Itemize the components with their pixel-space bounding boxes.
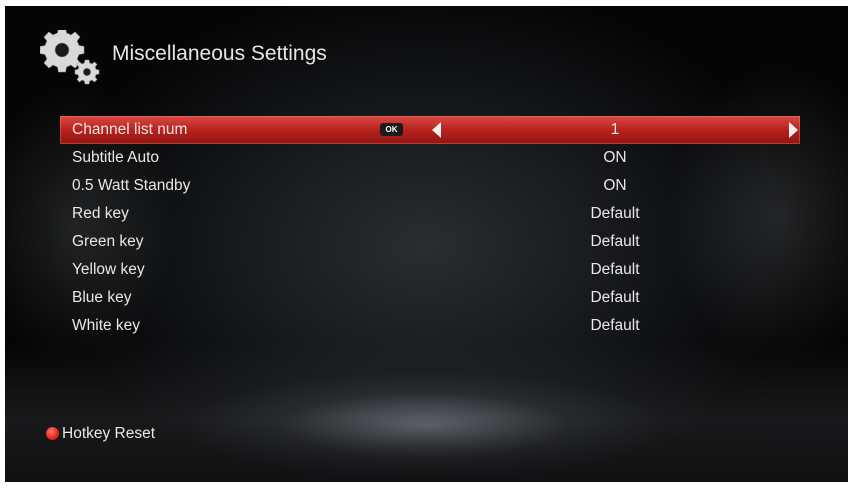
background-floor	[5, 342, 848, 482]
menu-row-value: ON	[603, 177, 627, 194]
menu-row-channel-list-num[interactable]: Channel list num OK 1	[60, 116, 800, 144]
menu-row-red-key[interactable]: Red key Default	[60, 200, 800, 228]
hotkey-reset-label: Hotkey Reset	[62, 425, 156, 442]
menu-row-value: Default	[590, 289, 640, 306]
menu-row-label: White key	[72, 317, 141, 334]
menu-row-yellow-key[interactable]: Yellow key Default	[60, 256, 800, 284]
menu-row-subtitle-auto[interactable]: Subtitle Auto ON	[60, 144, 800, 172]
menu-row-blue-key[interactable]: Blue key Default	[60, 284, 800, 312]
settings-menu: Channel list num OK 1 Subtitle Auto ON 0…	[60, 116, 800, 340]
menu-row-label: Yellow key	[72, 261, 145, 278]
menu-row-value: Default	[590, 317, 640, 334]
menu-row-value: Default	[590, 233, 640, 250]
menu-row-value: 1	[610, 121, 620, 138]
arrow-left-icon[interactable]	[432, 122, 441, 138]
menu-row-watt-standby[interactable]: 0.5 Watt Standby ON	[60, 172, 800, 200]
menu-row-white-key[interactable]: White key Default	[60, 312, 800, 340]
menu-row-label: Blue key	[72, 289, 132, 306]
menu-row-value: Default	[590, 261, 640, 278]
menu-row-label: 0.5 Watt Standby	[72, 177, 191, 194]
gears-icon	[40, 30, 100, 85]
menu-row-green-key[interactable]: Green key Default	[60, 228, 800, 256]
red-button-icon	[46, 427, 59, 440]
menu-row-label: Red key	[72, 205, 129, 222]
menu-row-label: Channel list num	[72, 121, 188, 138]
arrow-right-icon[interactable]	[789, 122, 798, 138]
menu-row-label: Green key	[72, 233, 144, 250]
ok-badge-icon: OK	[380, 123, 403, 136]
menu-row-value: ON	[603, 149, 627, 166]
page-title: Miscellaneous Settings	[112, 42, 327, 65]
menu-row-label: Subtitle Auto	[72, 149, 160, 166]
menu-row-value: Default	[590, 205, 640, 222]
